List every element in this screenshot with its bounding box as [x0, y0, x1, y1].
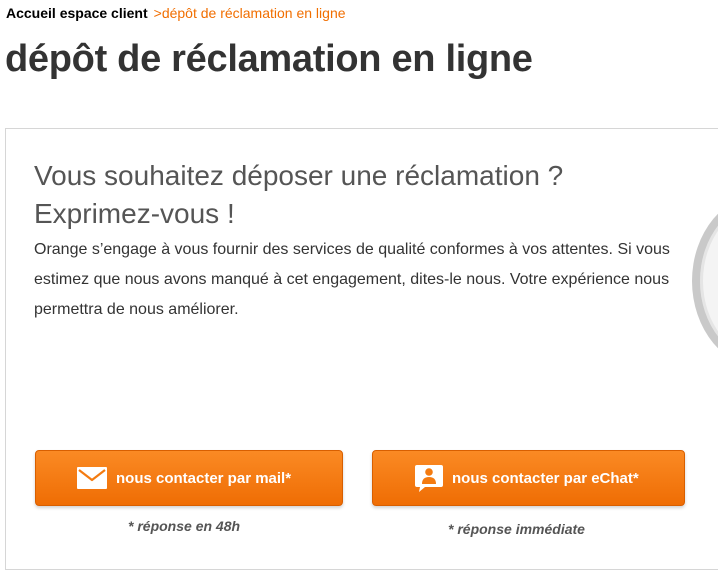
- envelope-icon: [76, 466, 108, 490]
- card-heading-line-1: Vous souhaitez déposer une réclamation ?: [34, 160, 564, 191]
- breadcrumb-current: dépôt de réclamation en ligne: [161, 5, 346, 21]
- breadcrumb: Accueil espace client >dépôt de réclamati…: [6, 4, 346, 22]
- page-title: dépôt de réclamation en ligne: [5, 38, 533, 80]
- mail-response-note: * réponse en 48h: [128, 518, 241, 534]
- contact-by-echat-button[interactable]: nous contacter par eChat*: [372, 450, 685, 506]
- contact-by-echat-label: nous contacter par eChat*: [452, 469, 639, 487]
- contact-by-mail-button[interactable]: nous contacter par mail*: [35, 450, 343, 506]
- decorative-illustration: [692, 193, 718, 369]
- card-description: Orange s’engage à vous fournir des servi…: [34, 241, 670, 318]
- card-heading: Vous souhaitez déposer une réclamation ?…: [34, 157, 694, 233]
- breadcrumb-separator: >: [153, 5, 162, 21]
- chat-person-icon: [414, 463, 444, 493]
- contact-by-mail-label: nous contacter par mail*: [116, 469, 292, 487]
- card-heading-line-2: Exprimez-vous !: [34, 198, 235, 229]
- echat-response-note: * réponse immédiate: [448, 521, 585, 537]
- breadcrumb-home-link[interactable]: Accueil espace client: [6, 5, 148, 21]
